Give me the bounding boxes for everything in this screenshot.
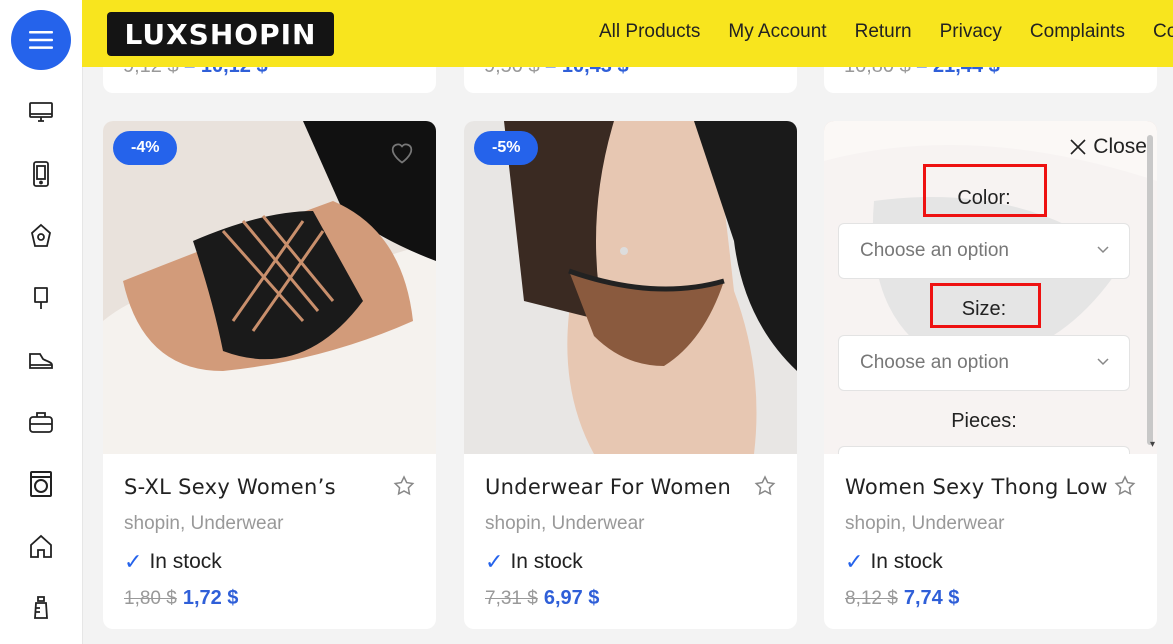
product-card-partial[interactable]: 9,12 $ – 10,12 $ — [103, 67, 436, 93]
chevron-down-icon — [1097, 246, 1109, 254]
scrollbar[interactable] — [1147, 135, 1153, 445]
check-icon: ✓ — [485, 549, 504, 574]
product-card[interactable]: Close Color: Choose an option Size: Choo… — [824, 121, 1157, 629]
check-icon: ✓ — [124, 549, 143, 574]
color-select[interactable]: Choose an option — [838, 223, 1130, 279]
home-icon[interactable] — [27, 532, 55, 560]
close-button[interactable]: Close — [1069, 135, 1147, 159]
discount-badge: -5% — [474, 131, 539, 165]
menu-button[interactable] — [11, 10, 71, 70]
product-title[interactable]: S-XL Sexy Women’s — [124, 475, 336, 499]
product-image[interactable]: -5% — [464, 121, 797, 454]
washing-machine-icon[interactable] — [27, 470, 55, 498]
shoe-icon[interactable] — [27, 346, 55, 374]
chevron-down-icon — [1097, 358, 1109, 366]
product-title[interactable]: Women Sexy Thong Low — [845, 475, 1108, 499]
main-nav: All Products My Account Return Privacy C… — [599, 21, 1173, 43]
baby-bottle-icon[interactable] — [27, 594, 55, 622]
bag-icon[interactable] — [27, 408, 55, 436]
nav-all-products[interactable]: All Products — [599, 21, 700, 43]
star-icon[interactable] — [392, 474, 416, 498]
highlight-box-size — [930, 283, 1041, 328]
close-icon — [1070, 139, 1086, 155]
nav-my-account[interactable]: My Account — [728, 21, 826, 43]
price: 7,31 $6,97 $ — [485, 587, 600, 609]
stock-status: ✓ In stock — [124, 549, 222, 574]
product-category[interactable]: shopin, Underwear — [124, 513, 283, 535]
header: LUXSHOPIN All Products My Account Return… — [82, 0, 1173, 67]
computer-icon[interactable] — [27, 98, 55, 126]
price: 9,12 $ – 10,12 $ — [123, 67, 268, 78]
phone-icon[interactable] — [27, 160, 55, 188]
product-image[interactable]: -4% — [103, 121, 436, 454]
highlight-box-color — [923, 164, 1047, 217]
product-card[interactable]: -5% Underwear For Women shopin, Underwea… — [464, 121, 797, 629]
product-category[interactable]: shopin, Underwear — [485, 513, 644, 535]
product-card-partial[interactable]: 9,50 $ – 10,43 $ — [464, 67, 797, 93]
makeup-icon[interactable] — [27, 222, 55, 250]
product-card[interactable]: -4% S-XL Sexy Women’s shopin, Underwear … — [103, 121, 436, 629]
nav-contact[interactable]: Co — [1153, 21, 1173, 43]
size-select[interactable]: Choose an option — [838, 335, 1130, 391]
stock-status: ✓ In stock — [845, 549, 943, 574]
hamburger-icon — [29, 31, 53, 49]
nav-return[interactable]: Return — [855, 21, 912, 43]
check-icon: ✓ — [845, 549, 864, 574]
star-icon[interactable] — [753, 474, 777, 498]
stock-status: ✓ In stock — [485, 549, 583, 574]
product-image[interactable]: Close Color: Choose an option Size: Choo… — [824, 121, 1157, 454]
site-logo[interactable]: LUXSHOPIN — [107, 12, 334, 56]
product-title[interactable]: Underwear For Women — [485, 475, 731, 499]
sidebar — [0, 0, 83, 644]
popsicle-icon[interactable] — [27, 284, 55, 312]
pieces-label: Pieces: — [951, 410, 1017, 432]
nav-privacy[interactable]: Privacy — [940, 21, 1002, 43]
pieces-select[interactable] — [838, 446, 1130, 454]
price: 9,50 $ – 10,43 $ — [484, 67, 629, 78]
star-icon[interactable] — [1113, 474, 1137, 498]
price: 10,80 $ – 21,44 $ — [844, 67, 1000, 78]
nav-complaints[interactable]: Complaints — [1030, 21, 1125, 43]
price: 8,12 $7,74 $ — [845, 587, 960, 609]
product-category[interactable]: shopin, Underwear — [845, 513, 1004, 535]
variations-panel: Close Color: Choose an option Size: Choo… — [824, 121, 1157, 454]
price: 1,80 $1,72 $ — [124, 587, 239, 609]
discount-badge: -4% — [113, 131, 178, 165]
scroll-down-arrow[interactable]: ▾ — [1150, 439, 1155, 450]
product-card-partial[interactable]: 10,80 $ – 21,44 $ — [824, 67, 1157, 93]
heart-icon[interactable] — [388, 138, 416, 166]
